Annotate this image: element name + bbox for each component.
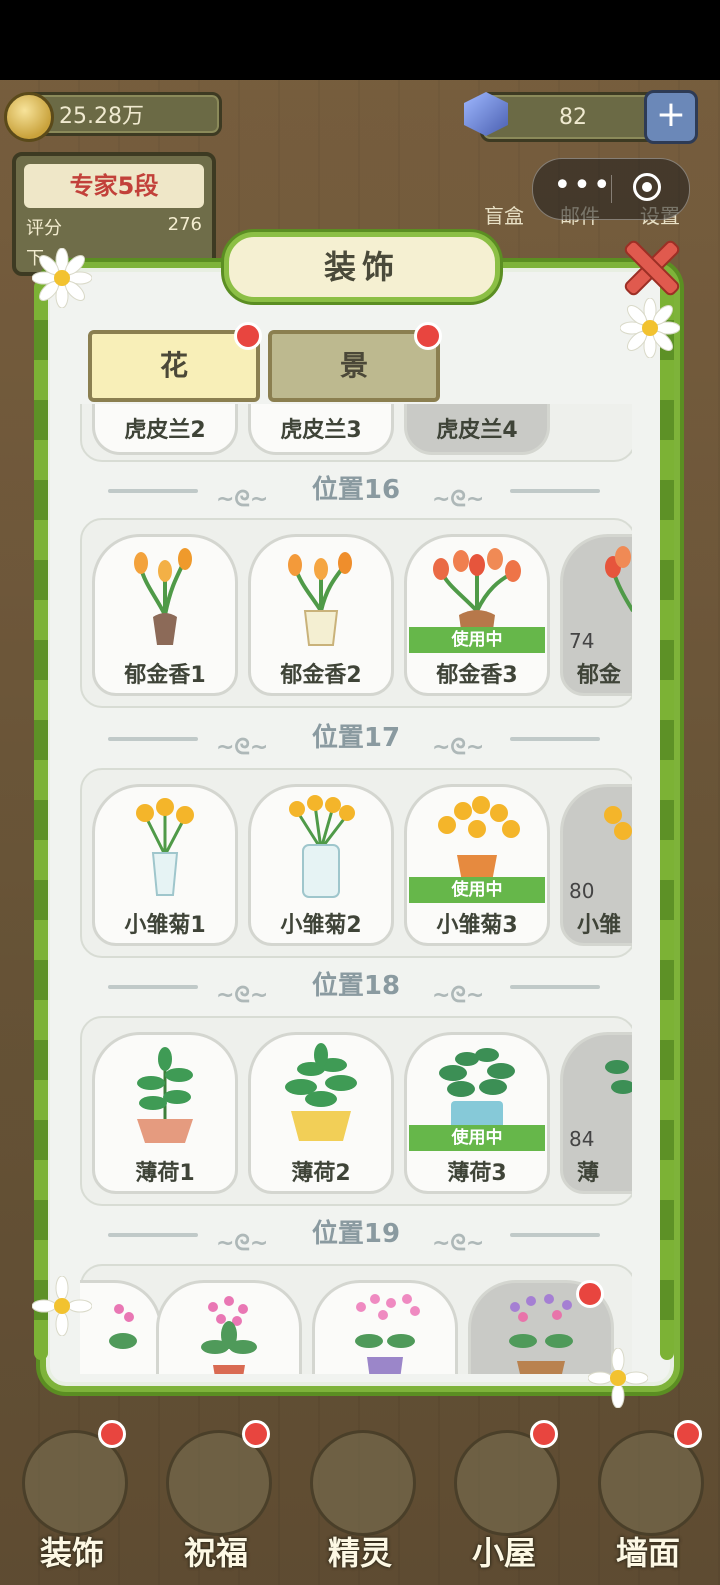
item-card[interactable]: 使用中 薄荷3 (404, 1032, 550, 1194)
nav-badge (674, 1420, 702, 1448)
item-card[interactable]: 74 郁金 (560, 534, 632, 696)
flower-pot-icon (509, 1294, 573, 1374)
item-name: 虎皮兰2 (124, 418, 206, 443)
section-title-text: 位置19 (311, 1219, 401, 1249)
item-card[interactable] (156, 1280, 302, 1374)
bottom-nav: 装饰 祝福 精灵 小屋 墙面 (0, 1400, 720, 1585)
status-bar (0, 0, 720, 80)
score-label: 评分 (26, 218, 62, 239)
nav-label: 精灵 (327, 1534, 392, 1572)
daisy-bouquet-icon (289, 795, 355, 898)
more-icon[interactable]: ••• (553, 171, 613, 207)
item-card[interactable]: 虎皮兰4 (404, 404, 550, 455)
item-card[interactable]: 80 小雏 (560, 784, 632, 946)
section-title: ~ᘓ~ 位置17 ~ᘓ~ (80, 718, 632, 760)
plus-icon: + (655, 94, 687, 135)
nav-fairy[interactable]: 精灵 (300, 1420, 420, 1572)
tulip-icon (288, 552, 352, 646)
item-card[interactable]: 虎皮兰3 (248, 404, 394, 455)
close-icon[interactable] (618, 234, 680, 296)
tab-flower-badge (234, 322, 262, 350)
item-card[interactable]: 84 薄 (560, 1032, 632, 1194)
nav-wall[interactable]: 墙面 (588, 1420, 708, 1572)
section-title-text: 位置18 (311, 971, 401, 1001)
tab-scene-badge (414, 322, 442, 350)
item-card[interactable] (312, 1280, 458, 1374)
nav-label: 墙面 (615, 1534, 680, 1572)
item-name: 郁金香3 (436, 663, 518, 688)
add-gems-button[interactable]: + (644, 90, 698, 144)
miniprogram-capsule: ••• (532, 158, 690, 220)
item-card[interactable]: 郁金香2 (248, 534, 394, 696)
nav-decoration[interactable]: 装饰 (12, 1420, 132, 1572)
section-title: ~ᘓ~ 位置18 ~ᘓ~ (80, 966, 632, 1008)
item-name: 小雏 (577, 913, 622, 938)
nav-badge (98, 1420, 126, 1448)
item-card[interactable]: 小雏菊1 (92, 784, 238, 946)
rank-score: 评分 276 (26, 214, 202, 240)
tulip-icon (134, 548, 192, 645)
item-name: 薄荷1 (135, 1161, 195, 1186)
fairy-icon (310, 1430, 416, 1536)
decoration-list[interactable]: 虎皮兰2 虎皮兰3 虎皮兰4 ~ᘓ~ 位置16 ~ᘓ~ 郁金香1 郁金香2 使用… (80, 404, 632, 1374)
item-name: 虎皮兰4 (436, 418, 518, 443)
coin-icon (4, 92, 54, 142)
item-card[interactable]: 使用中 郁金香3 (404, 534, 550, 696)
item-name: 小雏菊1 (124, 913, 206, 938)
daisy-icon (619, 297, 681, 359)
item-name: 郁金香1 (124, 663, 206, 688)
in-use-badge: 使用中 (409, 877, 545, 903)
item-name: 小雏菊3 (436, 913, 518, 938)
nav-blessing[interactable]: 祝福 (156, 1420, 276, 1572)
in-use-badge: 使用中 (409, 627, 545, 653)
rank-title: 专家5段 (24, 164, 204, 208)
capsule-divider (611, 175, 612, 203)
item-card[interactable]: 使用中 小雏菊3 (404, 784, 550, 946)
nav-label: 祝福 (183, 1534, 248, 1572)
item-name: 小雏菊2 (280, 913, 362, 938)
daisy-icon (31, 1275, 93, 1337)
section-title: ~ᘓ~ 位置16 ~ᘓ~ (80, 470, 632, 512)
item-name: 薄荷3 (447, 1161, 507, 1186)
vine-right (660, 280, 674, 1360)
section-title-text: 位置17 (311, 723, 401, 753)
item-card[interactable]: 薄荷2 (248, 1032, 394, 1194)
score-value: 276 (167, 214, 202, 235)
nav-house[interactable]: 小屋 (444, 1420, 564, 1572)
daisy-bouquet-icon (136, 798, 194, 896)
item-price: 80 (569, 879, 595, 903)
nav-badge (530, 1420, 558, 1448)
daisy-icon (587, 1347, 649, 1409)
item-price: 74 (569, 629, 595, 653)
item-name: 虎皮兰3 (280, 418, 362, 443)
item-card[interactable]: 郁金香1 (92, 534, 238, 696)
item-name: 郁金 (577, 663, 622, 688)
mint-icon (285, 1043, 357, 1141)
nav-badge (242, 1420, 270, 1448)
close-miniprogram-icon[interactable] (633, 173, 661, 201)
item-name: 薄 (577, 1161, 600, 1186)
item-card[interactable]: 薄荷1 (92, 1032, 238, 1194)
blind-box-label[interactable]: 盲盒 (484, 200, 524, 229)
gem-value: 82 (559, 104, 587, 130)
mint-icon (137, 1047, 193, 1143)
item-price: 84 (569, 1127, 595, 1151)
daisy-icon (31, 247, 93, 309)
modal-title: 装饰 (224, 232, 500, 302)
flower-pot-icon (355, 1294, 420, 1374)
item-name: 薄荷2 (291, 1161, 351, 1186)
item-name: 郁金香2 (280, 663, 362, 688)
in-use-badge: 使用中 (409, 1125, 545, 1151)
item-card[interactable]: 小雏菊2 (248, 784, 394, 946)
nav-label: 装饰 (39, 1534, 104, 1572)
vine-left (34, 280, 48, 1360)
coin-value: 25.28万 (59, 104, 144, 129)
item-card[interactable]: 虎皮兰2 (92, 404, 238, 455)
section-title: ~ᘓ~ 位置19 ~ᘓ~ (80, 1214, 632, 1256)
flower-pot-icon (201, 1296, 257, 1374)
section-title-text: 位置16 (311, 475, 401, 505)
nav-label: 小屋 (471, 1534, 536, 1572)
new-item-badge (576, 1280, 604, 1308)
